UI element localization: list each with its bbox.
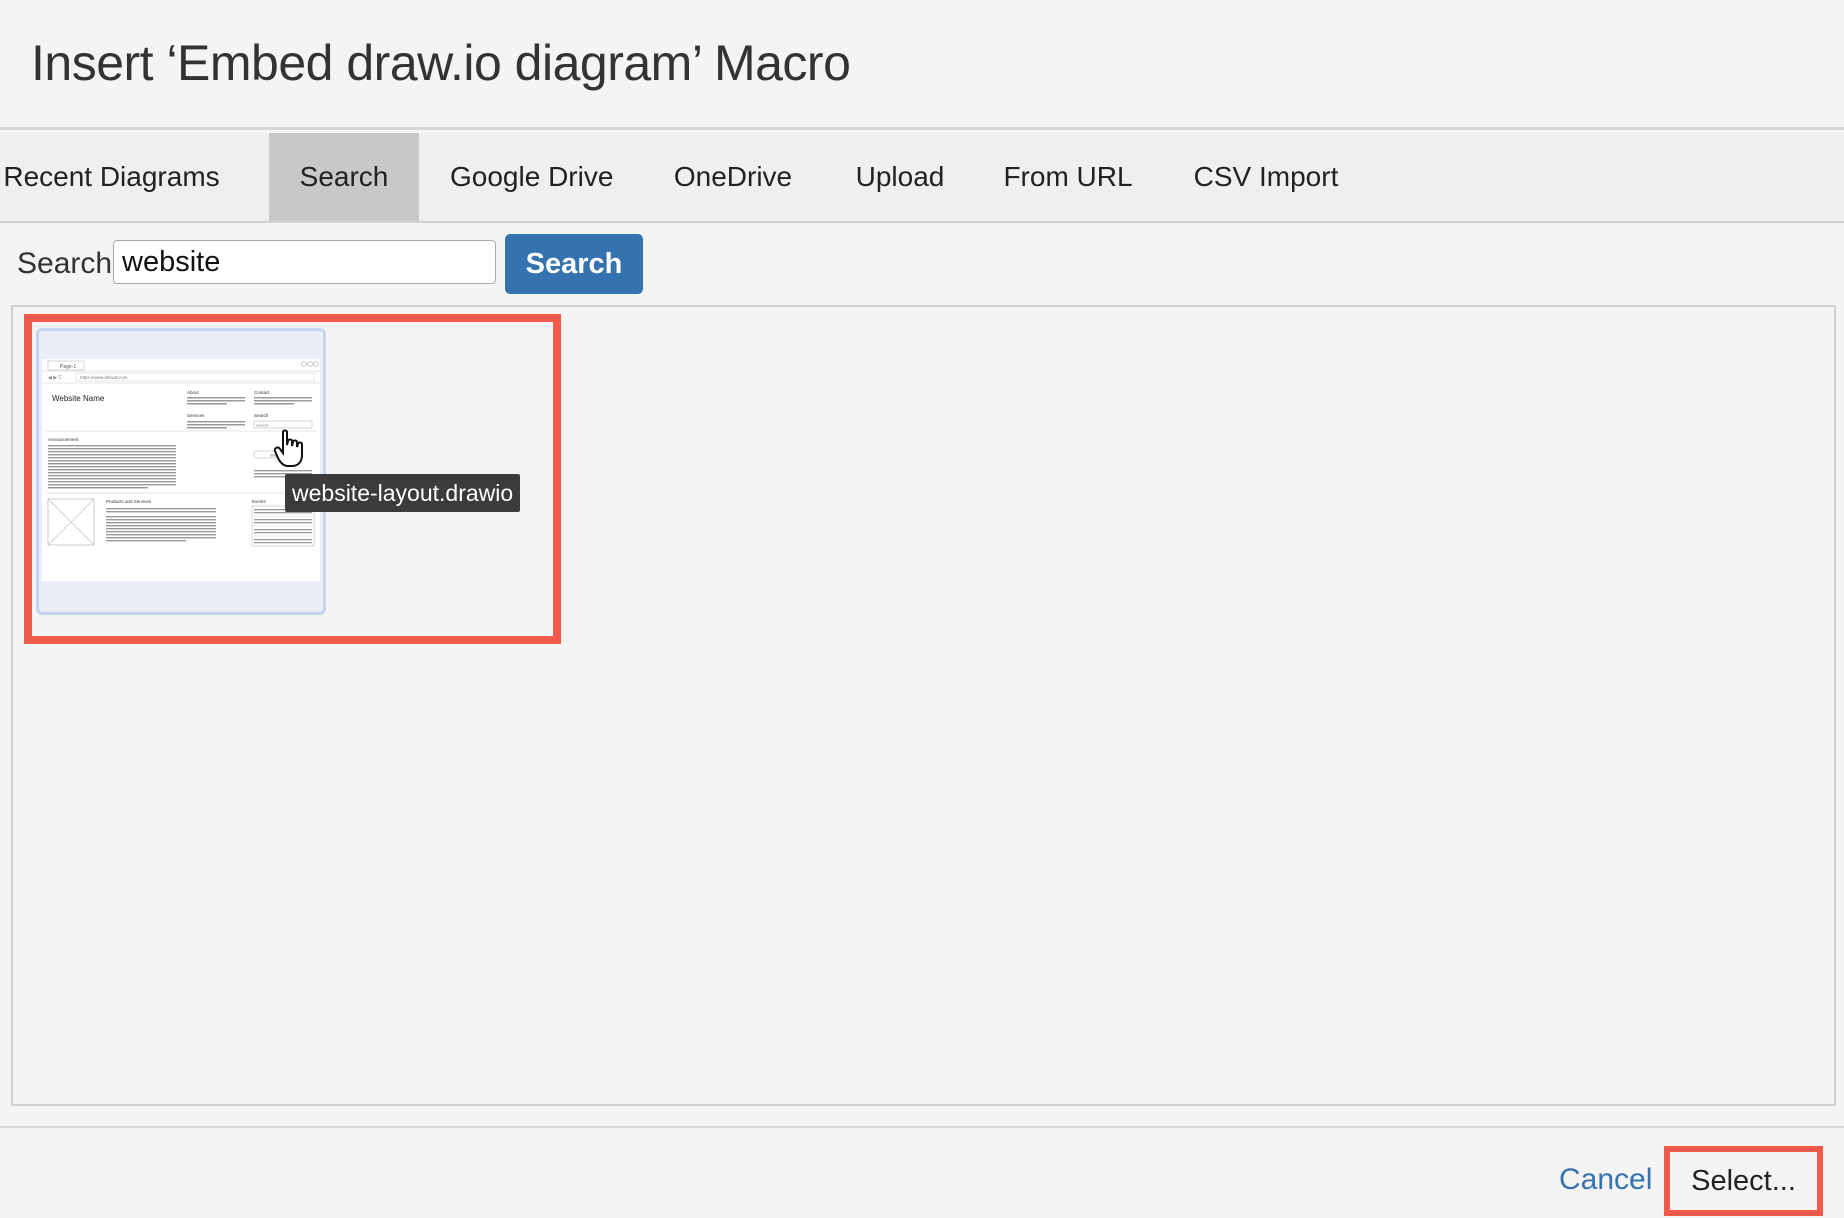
search-row: Search Search xyxy=(0,224,1844,304)
tab-onedrive[interactable]: OneDrive xyxy=(666,133,800,221)
tab-csv-import[interactable]: CSV Import xyxy=(1189,133,1343,221)
preview-site-name: Website Name xyxy=(52,394,105,403)
preview-search-placeholder: Search xyxy=(256,423,269,428)
search-label: Search xyxy=(17,247,113,280)
diagram-preview: Page-1 ◀ ▶ C https://www.default.com Web… xyxy=(42,359,320,581)
tab-bar: Recent Diagrams Search Google Drive OneD… xyxy=(0,133,1844,223)
tab-recent-diagrams[interactable]: Recent Diagrams xyxy=(0,133,223,221)
dialog-header: Insert ‘Embed draw.io diagram’ Macro xyxy=(0,0,1844,130)
search-button[interactable]: Search xyxy=(505,234,643,294)
preview-events: Events xyxy=(252,499,267,504)
tab-upload[interactable]: Upload xyxy=(850,133,950,221)
svg-text:◀ ▶ C: ◀ ▶ C xyxy=(48,375,62,381)
cancel-button[interactable]: Cancel xyxy=(1559,1160,1652,1200)
select-button-highlight: Select... xyxy=(1664,1146,1823,1216)
diagram-thumbnail[interactable]: Page-1 ◀ ▶ C https://www.default.com Web… xyxy=(36,328,326,615)
select-button[interactable]: Select... xyxy=(1670,1152,1817,1210)
preview-about: About xyxy=(187,390,200,395)
tab-from-url[interactable]: From URL xyxy=(1003,133,1133,221)
search-results: Page-1 ◀ ▶ C https://www.default.com Web… xyxy=(11,305,1836,1106)
search-input[interactable] xyxy=(113,240,496,284)
preview-services: Services xyxy=(187,413,205,418)
dialog-title: Insert ‘Embed draw.io diagram’ Macro xyxy=(31,35,851,91)
tab-google-drive[interactable]: Google Drive xyxy=(450,133,613,221)
preview-page-tab: Page-1 xyxy=(60,364,76,370)
preview-products: Products and Services xyxy=(106,499,152,504)
preview-url: https://www.default.com xyxy=(80,375,128,380)
tab-search[interactable]: Search xyxy=(269,133,419,221)
preview-announcement: Announcement xyxy=(48,437,79,442)
filename-tooltip: website-layout.drawio xyxy=(285,474,521,512)
hand-cursor-icon xyxy=(273,429,303,467)
preview-search: Search xyxy=(254,413,269,418)
dialog-footer: Cancel Select... xyxy=(0,1126,1844,1218)
preview-contact: Contact xyxy=(254,390,270,395)
